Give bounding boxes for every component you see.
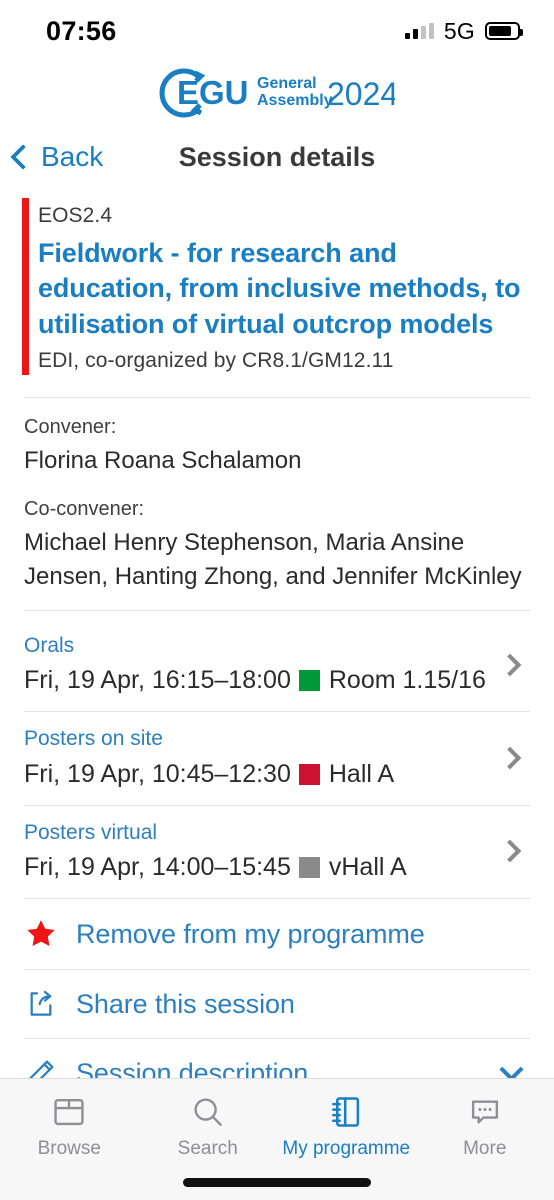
svg-text:Assembly: Assembly bbox=[257, 92, 333, 109]
event-kind: Orals bbox=[24, 633, 75, 657]
convener-names: Florina Roana Schalamon bbox=[24, 446, 302, 474]
coconvener-label: Co-convener: bbox=[24, 497, 145, 520]
event-room: Room 1.15/16 bbox=[328, 666, 486, 695]
magnifier-icon bbox=[194, 1098, 222, 1126]
event-row-orals[interactable]: Orals Fri, 19 Apr, 16:15–18:00 Room 1.15… bbox=[0, 619, 554, 711]
remove-from-programme-label: Remove from my programme bbox=[76, 918, 425, 949]
coconvener-block: Co-convener: Michael Henry Stephenson, M… bbox=[24, 494, 530, 594]
svg-text:General: General bbox=[257, 75, 317, 92]
svg-text:EGU: EGU bbox=[177, 74, 249, 111]
event-kind: Posters virtual bbox=[24, 820, 158, 844]
event-room: vHall A bbox=[328, 853, 407, 882]
share-session-button[interactable]: Share this session bbox=[0, 970, 554, 1038]
app-screen: 07:56 5G EGU General Assembly 2024 Back … bbox=[0, 0, 554, 1200]
event-datetime: Fri, 19 Apr, 14:00–15:45 bbox=[24, 853, 291, 882]
back-button[interactable]: Back bbox=[0, 141, 103, 173]
share-session-label: Share this session bbox=[76, 988, 295, 1019]
star-filled-icon bbox=[24, 917, 58, 951]
event-color-swatch bbox=[298, 670, 320, 692]
egu-general-assembly-2024-logo-svg: EGU General Assembly 2024 bbox=[159, 68, 395, 118]
session-title[interactable]: Fieldwork - for research and education, … bbox=[38, 236, 528, 344]
event-kind: Posters on site bbox=[24, 727, 163, 751]
tab-browse[interactable]: Browse bbox=[0, 1093, 139, 1160]
network-type-label: 5G bbox=[443, 17, 475, 44]
tab-more-label: More bbox=[463, 1138, 507, 1159]
battery-icon bbox=[485, 22, 523, 40]
svg-text:2024: 2024 bbox=[327, 76, 395, 112]
back-button-label: Back bbox=[41, 141, 104, 172]
remove-from-programme-button[interactable]: Remove from my programme bbox=[0, 899, 554, 969]
convener-label: Convener: bbox=[24, 415, 117, 438]
status-bar-clock: 07:56 bbox=[46, 15, 117, 46]
home-indicator bbox=[183, 1178, 371, 1187]
chevron-right-icon bbox=[498, 746, 522, 770]
session-subtitle: EDI, co-organized by CR8.1/GM12.11 bbox=[38, 349, 394, 373]
tab-search-label: Search bbox=[177, 1138, 238, 1159]
tab-my-programme[interactable]: My programme bbox=[277, 1093, 416, 1160]
event-room: Hall A bbox=[328, 759, 395, 788]
tab-my-programme-label: My programme bbox=[282, 1138, 411, 1159]
chevron-left-icon bbox=[10, 144, 36, 170]
chevron-right-icon bbox=[498, 653, 522, 676]
event-row-posters-on-site[interactable]: Posters on site Fri, 19 Apr, 10:45–12:30… bbox=[0, 712, 554, 804]
egu-logo: EGU General Assembly 2024 bbox=[0, 62, 554, 124]
session-code: EOS2.4 bbox=[38, 204, 113, 227]
event-list: Orals Fri, 19 Apr, 16:15–18:00 Room 1.15… bbox=[0, 619, 554, 900]
session-header: EOS2.4 Fieldwork - for research and educ… bbox=[0, 190, 554, 383]
bottom-tab-bar: Browse Search My programme More bbox=[0, 1078, 554, 1200]
event-color-swatch bbox=[298, 857, 320, 879]
status-bar: 07:56 5G bbox=[0, 0, 554, 62]
tab-search[interactable]: Search bbox=[139, 1093, 278, 1160]
signal-bars-icon bbox=[404, 23, 434, 39]
people-section: Convener: Florina Roana Schalamon Co-con… bbox=[0, 398, 554, 594]
speech-bubble-dots-icon bbox=[471, 1100, 498, 1124]
event-color-swatch bbox=[298, 763, 320, 785]
event-datetime: Fri, 19 Apr, 16:15–18:00 bbox=[24, 666, 291, 695]
convener-block: Convener: Florina Roana Schalamon bbox=[24, 412, 530, 478]
coconvener-names: Michael Henry Stephenson, Maria Ansine J… bbox=[24, 528, 522, 590]
browser-window-icon bbox=[54, 1098, 84, 1126]
navigation-bar: Back Session details bbox=[0, 124, 554, 190]
session-accent-bar bbox=[22, 198, 29, 375]
tab-more[interactable]: More bbox=[416, 1093, 554, 1160]
chevron-right-icon bbox=[498, 840, 522, 863]
event-datetime: Fri, 19 Apr, 10:45–12:30 bbox=[24, 759, 291, 788]
notebook-icon bbox=[332, 1097, 360, 1127]
share-icon bbox=[24, 988, 58, 1020]
status-bar-indicators: 5G bbox=[404, 17, 523, 45]
tab-browse-label: Browse bbox=[37, 1138, 101, 1159]
event-row-posters-virtual[interactable]: Posters virtual Fri, 19 Apr, 14:00–15:45… bbox=[0, 806, 554, 898]
divider bbox=[24, 609, 530, 611]
